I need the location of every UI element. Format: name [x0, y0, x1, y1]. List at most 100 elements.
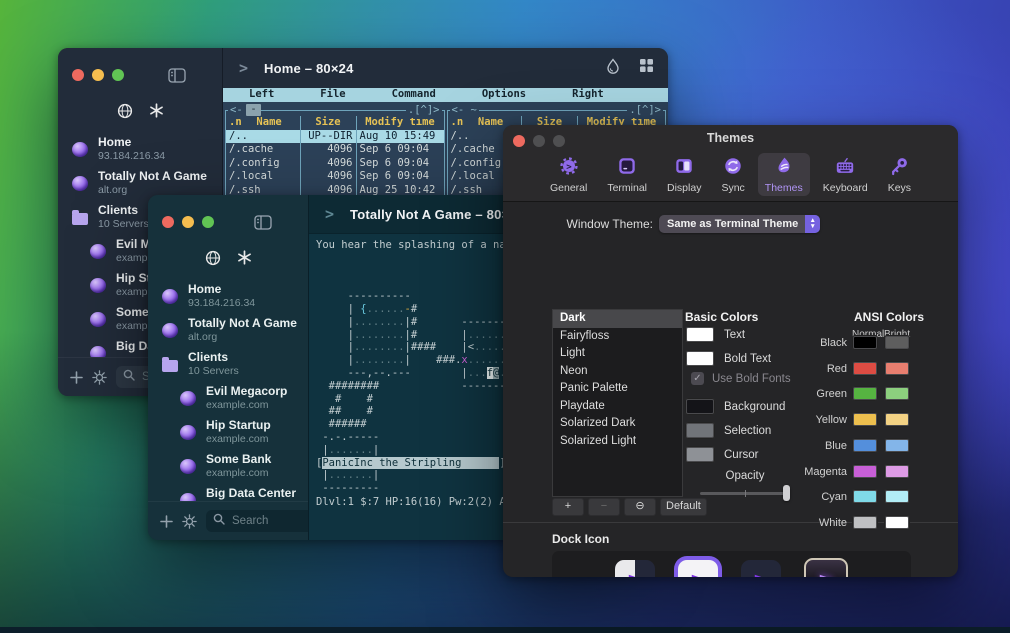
color-well-bold-text[interactable] [685, 350, 715, 367]
asterisk-icon[interactable] [149, 103, 164, 123]
ansi-white-bright[interactable] [884, 515, 910, 530]
dock-icon-light[interactable]: > [678, 560, 718, 577]
tab-themes[interactable]: Themes [757, 153, 810, 196]
opacity-slider[interactable] [700, 485, 790, 501]
tab-sync[interactable]: Sync [714, 153, 751, 196]
ansi-blue-bright[interactable] [884, 438, 910, 453]
mc-menu-item[interactable]: Right [572, 88, 604, 102]
minimize-button[interactable] [92, 69, 104, 81]
theme-list-button[interactable]: + [552, 498, 584, 516]
theme-list-item[interactable]: Panic Palette [553, 380, 682, 398]
tab-label: General [549, 182, 588, 194]
sidebar-toggle-icon[interactable] [168, 67, 186, 83]
asterisk-icon[interactable] [237, 250, 252, 270]
window-theme-popup[interactable]: Same as Terminal Theme ▲ ▼ [659, 215, 821, 233]
server-globe-icon [90, 243, 106, 259]
close-button[interactable] [162, 216, 174, 228]
theme-list-item[interactable]: Playdate [553, 398, 682, 416]
ansi-yellow-bright[interactable] [884, 412, 910, 427]
mc-menu-item[interactable]: Command [392, 88, 436, 102]
themes-body: Window Theme: Same as Terminal Theme ▲ ▼ … [503, 202, 958, 577]
add-server-button[interactable] [160, 514, 173, 528]
ansi-green-normal[interactable] [852, 386, 878, 401]
mc-menu-item[interactable]: Options [482, 88, 526, 102]
minimize-button[interactable] [182, 216, 194, 228]
ansi-magenta-normal[interactable] [852, 464, 878, 479]
ansi-green-bright[interactable] [884, 386, 910, 401]
server-globe-icon [180, 492, 196, 501]
sidebar-item[interactable]: Hip Startupexample.com [148, 415, 308, 449]
theme-list-item[interactable]: Neon [553, 363, 682, 381]
sidebar-item[interactable]: Big Data Centerexample.com [148, 483, 308, 501]
settings-gear-icon[interactable] [182, 513, 197, 529]
ansi-magenta-bright[interactable] [884, 464, 910, 479]
dock-icon-picker: > > > > [552, 551, 911, 577]
mc-header-name[interactable]: Name [242, 116, 297, 130]
tab-label: Sync [721, 182, 745, 194]
add-server-button[interactable] [70, 370, 83, 384]
window-theme-label: Window Theme: [566, 217, 653, 231]
use-bold-fonts-checkbox[interactable]: ✓ [691, 372, 704, 385]
tab-display[interactable]: Display [660, 153, 708, 196]
tab-keys[interactable]: Keys [881, 153, 918, 196]
sidebar-item[interactable]: Some Bankexample.com [148, 449, 308, 483]
close-button[interactable] [72, 69, 84, 81]
ansi-red-normal[interactable] [852, 361, 878, 376]
globe-icon[interactable] [117, 103, 133, 124]
ansi-colors-header: ANSI Colors [853, 310, 924, 324]
settings-gear-icon[interactable] [92, 369, 107, 385]
ansi-red-bright[interactable] [884, 361, 910, 376]
clear-terminal-icon[interactable] [605, 57, 621, 79]
ansi-white-normal[interactable] [852, 515, 878, 530]
color-well-background[interactable] [685, 398, 715, 415]
sidebar-item[interactable]: Home 93.184.216.34 [58, 132, 222, 166]
theme-list-item[interactable]: Fairyfloss [553, 328, 682, 346]
color-well-selection[interactable] [685, 422, 715, 439]
sidebar-item[interactable]: Home 93.184.216.34 [148, 279, 308, 313]
ansi-cyan-normal[interactable] [852, 489, 878, 504]
server-subtitle: 93.184.216.34 [98, 149, 166, 162]
sidebar-item[interactable]: Totally Not A Game alt.org [148, 313, 308, 347]
dock-icon-keycap[interactable]: > [804, 558, 848, 577]
color-well-cursor[interactable] [685, 446, 715, 463]
theme-list-item[interactable]: Dark [553, 310, 682, 328]
tab-keyboard[interactable]: Keyboard [816, 153, 875, 196]
theme-list-item[interactable]: Solarized Dark [553, 415, 682, 433]
theme-list-item[interactable]: Solarized Light [553, 433, 682, 451]
mc-menu-item[interactable]: Left [249, 88, 274, 102]
dock-icon-split[interactable]: > [615, 560, 655, 577]
mc-header-size[interactable]: Size [299, 116, 356, 130]
ansi-yellow-normal[interactable] [852, 412, 878, 427]
zoom-button[interactable] [202, 216, 214, 228]
dock-icon-dark[interactable]: > [741, 560, 781, 577]
server-name: Home [188, 282, 222, 297]
sidebar-item[interactable]: Evil Megacorpexample.com [148, 381, 308, 415]
mc-file-row[interactable]: /.local4096Sep 6 09:04 [226, 170, 444, 184]
ansi-blue-normal[interactable] [852, 438, 878, 453]
sidebar-toggle-icon[interactable] [254, 214, 272, 230]
ansi-black-bright[interactable] [884, 335, 910, 350]
terminal-title: Totally Not A Game – 80×24 [350, 206, 525, 222]
tab-general[interactable]: > General [543, 153, 594, 196]
zoom-button[interactable] [112, 69, 124, 81]
mc-file-row[interactable]: /..UP--DIRAug 10 15:49 [226, 129, 444, 143]
theme-list-item[interactable]: Light [553, 345, 682, 363]
server-globe-icon [90, 311, 106, 327]
tab-terminal[interactable]: Terminal [600, 153, 654, 196]
use-bold-fonts-row: ✓ Use Bold Fonts [691, 372, 791, 385]
globe-icon[interactable] [205, 250, 221, 271]
grid-icon[interactable] [639, 58, 654, 78]
terminal-title: Home – 80×24 [264, 60, 354, 76]
ansi-black-normal[interactable] [852, 335, 878, 350]
theme-list-button[interactable]: ⊖ [624, 498, 656, 516]
mc-minimize-button[interactable]: - [246, 104, 261, 116]
ansi-cyan-bright[interactable] [884, 489, 910, 504]
mc-file-row[interactable]: /.cache4096Sep 6 09:04 [226, 143, 444, 157]
window-title: Themes [706, 131, 755, 145]
color-well-text[interactable] [685, 326, 715, 343]
mc-file-row[interactable]: /.config4096Sep 6 09:04 [226, 156, 444, 170]
mc-header-time[interactable]: Modify time [355, 116, 444, 130]
sidebar-item[interactable]: Clients 10 Servers [148, 347, 308, 381]
mc-menu-item[interactable]: File [320, 88, 345, 102]
desktop-floor-strip [0, 627, 1010, 633]
